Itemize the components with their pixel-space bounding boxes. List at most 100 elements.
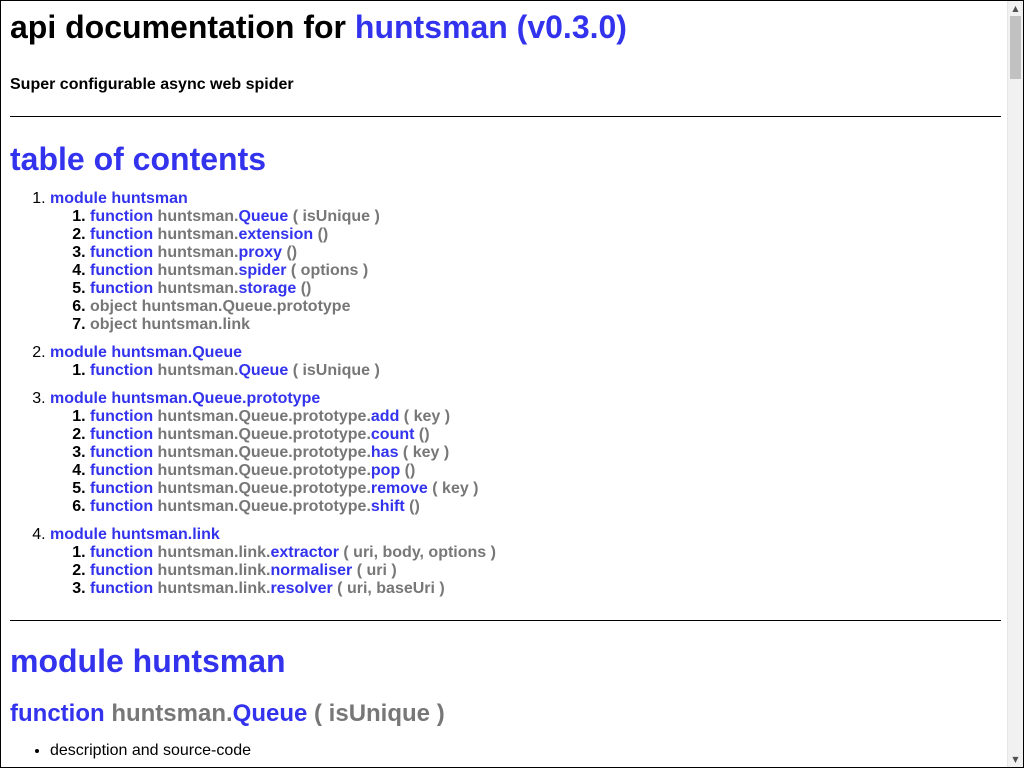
toc-function-prefix: huntsman.link. [157,544,271,561]
toc-module-link[interactable]: module huntsman.Queue [50,344,242,361]
toc-function-args: ( key ) [403,408,451,425]
toc-function-name-link[interactable]: extractor [270,544,338,561]
toc-function-keyword[interactable]: function [90,480,153,497]
page-content: api documentation for huntsman (v0.3.0) … [10,1,1001,760]
toc-function-keyword[interactable]: function [90,208,153,225]
package-description: Super configurable async web spider [10,76,294,93]
package-version-link[interactable]: huntsman (v0.3.0) [355,9,627,45]
toc-function-list: function huntsman.Queue ( isUnique )func… [50,208,1001,334]
toc-function-name-link[interactable]: shift [371,498,405,515]
toc-function-keyword[interactable]: function [90,462,153,479]
toc-function-prefix: huntsman. [157,262,239,279]
page-title-prefix: api documentation for [10,9,346,45]
toc-function-args: ( isUnique ) [292,362,380,379]
toc-function-list: function huntsman.link.extractor ( uri, … [50,544,1001,598]
scrollbar-thumb[interactable] [1010,16,1021,79]
toc-module-item: module huntsmanfunction huntsman.Queue (… [50,190,1001,334]
function-keyword[interactable]: function [10,700,105,727]
toc-function-keyword[interactable]: function [90,262,153,279]
function-heading: function huntsman.Queue ( isUnique ) [10,700,1001,728]
toc-object-entry[interactable]: object huntsman.Queue.prototype [90,298,350,315]
toc-entry: function huntsman.Queue.prototype.count … [90,426,1001,444]
toc-entry: function huntsman.Queue ( isUnique ) [90,362,1001,380]
toc-function-args: ( options ) [290,262,369,279]
toc-entry: function huntsman.Queue.prototype.remove… [90,480,1001,498]
toc-module-item: module huntsman.Queue.prototypefunction … [50,390,1001,516]
toc-function-keyword[interactable]: function [90,426,153,443]
toc-module-link[interactable]: module huntsman [50,190,188,207]
toc-entry: function huntsman.link.resolver ( uri, b… [90,580,1001,598]
toc-entry: function huntsman.Queue.prototype.add ( … [90,408,1001,426]
toc-function-prefix: huntsman.Queue.prototype. [157,444,371,461]
toc-function-name-link[interactable]: pop [371,462,400,479]
toc-function-keyword[interactable]: function [90,562,153,579]
toc-function-prefix: huntsman.Queue.prototype. [157,498,371,515]
toc-entry: function huntsman.Queue.prototype.has ( … [90,444,1001,462]
toc-function-args: ( isUnique ) [292,208,380,225]
scroll-up-arrow-icon[interactable]: ▲ [1008,1,1023,16]
toc-function-prefix: huntsman.Queue.prototype. [157,408,371,425]
toc-function-name-link[interactable]: remove [371,480,428,497]
toc-function-args: ( uri, baseUri ) [337,580,445,597]
toc-function-keyword[interactable]: function [90,280,153,297]
toc-entry: function huntsman.Queue.prototype.shift … [90,498,1001,516]
toc-function-keyword[interactable]: function [90,244,153,261]
toc-function-keyword[interactable]: function [90,580,153,597]
toc-function-name-link[interactable]: proxy [238,244,282,261]
toc-function-prefix: huntsman.Queue.prototype. [157,462,371,479]
toc-list: module huntsmanfunction huntsman.Queue (… [10,190,1001,598]
toc-function-name-link[interactable]: storage [238,280,296,297]
toc-function-args: () [409,498,420,515]
toc-function-prefix: huntsman. [157,280,239,297]
toc-function-name-link[interactable]: Queue [238,208,288,225]
toc-function-name-link[interactable]: extension [238,226,313,243]
vertical-scrollbar[interactable]: ▲ ▼ [1007,1,1023,767]
toc-function-name-link[interactable]: Queue [238,362,288,379]
toc-function-args: ( uri ) [356,562,397,579]
toc-function-name-link[interactable]: count [371,426,415,443]
toc-function-keyword[interactable]: function [90,498,153,515]
function-name[interactable]: Queue [233,700,308,727]
toc-function-name-link[interactable]: spider [238,262,286,279]
toc-function-args: () [404,462,416,479]
toc-function-name-link[interactable]: has [371,444,399,461]
toc-function-keyword[interactable]: function [90,226,153,243]
toc-function-prefix: huntsman.link. [157,562,271,579]
toc-function-keyword[interactable]: function [90,362,153,379]
function-args: ( isUnique ) [314,700,445,727]
toc-function-name-link[interactable]: add [371,408,399,425]
toc-function-list: function huntsman.Queue.prototype.add ( … [50,408,1001,516]
toc-module-link[interactable]: module huntsman.link [50,526,220,543]
toc-module-link[interactable]: module huntsman.Queue.prototype [50,390,320,407]
toc-function-name-link[interactable]: normaliser [270,562,352,579]
toc-function-list: function huntsman.Queue ( isUnique ) [50,362,1001,380]
browser-viewport: api documentation for huntsman (v0.3.0) … [0,0,1024,768]
toc-function-prefix: huntsman. [157,208,239,225]
toc-entry: object huntsman.Queue.prototype [90,298,1001,316]
toc-entry: function huntsman.Queue.prototype.pop () [90,462,1001,480]
toc-title[interactable]: table of contents [10,141,1001,178]
section-title[interactable]: module huntsman [10,643,1001,680]
toc-function-keyword[interactable]: function [90,444,153,461]
toc-function-args: () [286,244,298,261]
toc-entry: object huntsman.link [90,316,1001,334]
toc-function-prefix: huntsman.link. [157,580,271,597]
function-details-list: description and source-code [10,742,1001,760]
function-prefix: huntsman. [111,700,233,727]
toc-module-item: module huntsman.linkfunction huntsman.li… [50,526,1001,598]
page-title: api documentation for huntsman (v0.3.0) [10,9,1001,46]
toc-entry: function huntsman.proxy () [90,244,1001,262]
toc-function-keyword[interactable]: function [90,544,153,561]
toc-entry: function huntsman.storage () [90,280,1001,298]
toc-object-entry[interactable]: object huntsman.link [90,316,250,333]
toc-entry: function huntsman.extension () [90,226,1001,244]
toc-function-args: ( uri, body, options ) [343,544,496,561]
toc-function-keyword[interactable]: function [90,408,153,425]
toc-entry: function huntsman.spider ( options ) [90,262,1001,280]
description-source-item[interactable]: description and source-code [50,742,1001,760]
toc-function-prefix: huntsman. [157,362,239,379]
toc-function-prefix: huntsman. [157,244,239,261]
scroll-down-arrow-icon[interactable]: ▼ [1008,752,1023,767]
toc-function-name-link[interactable]: resolver [270,580,332,597]
toc-function-prefix: huntsman.Queue.prototype. [157,480,371,497]
